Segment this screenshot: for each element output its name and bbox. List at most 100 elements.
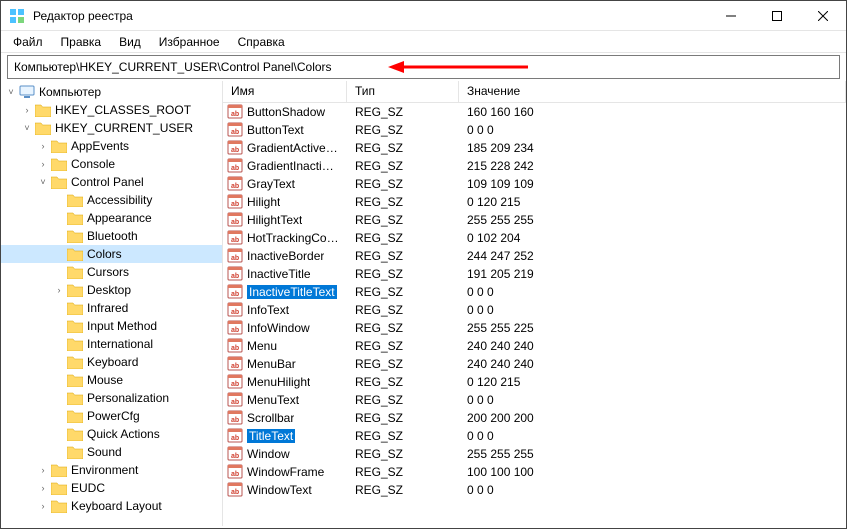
expander-icon[interactable]: ˅	[37, 176, 49, 188]
tree-label: Mouse	[87, 373, 123, 387]
expander-icon[interactable]	[53, 230, 65, 242]
expander-icon[interactable]: ›	[21, 104, 33, 116]
svg-text:ab: ab	[231, 183, 239, 190]
tree-label: Bluetooth	[87, 229, 138, 243]
svg-text:ab: ab	[231, 201, 239, 208]
tree-item-colors[interactable]: Colors	[1, 245, 222, 263]
svg-text:ab: ab	[231, 345, 239, 352]
menu-file[interactable]: Файл	[5, 33, 51, 51]
value-data: 160 160 160	[459, 102, 846, 122]
value-type: REG_SZ	[347, 192, 459, 212]
tree-hkcu[interactable]: ˅HKEY_CURRENT_USER	[1, 119, 222, 137]
expander-icon[interactable]: ›	[37, 500, 49, 512]
maximize-button[interactable]	[754, 1, 800, 30]
tree-item-bluetooth[interactable]: Bluetooth	[1, 227, 222, 245]
expander-icon[interactable]: ›	[37, 158, 49, 170]
column-header-value[interactable]: Значение	[459, 81, 846, 102]
tree-item-quick-actions[interactable]: Quick Actions	[1, 425, 222, 443]
expander-icon[interactable]	[53, 338, 65, 350]
value-type: REG_SZ	[347, 120, 459, 140]
expander-icon[interactable]	[53, 356, 65, 368]
tree-label: Console	[71, 157, 115, 171]
value-data: 255 255 225	[459, 318, 846, 338]
menu-view[interactable]: Вид	[111, 33, 149, 51]
list-header: Имя Тип Значение	[223, 81, 846, 103]
tree-item-cursors[interactable]: Cursors	[1, 263, 222, 281]
list-view[interactable]: Имя Тип Значение abButtonShadowREG_SZ160…	[223, 81, 846, 526]
svg-text:ab: ab	[231, 129, 239, 136]
menu-bar: Файл Правка Вид Избранное Справка	[1, 31, 846, 53]
expander-icon[interactable]: ›	[37, 482, 49, 494]
tree-item-input-method[interactable]: Input Method	[1, 317, 222, 335]
expander-icon[interactable]: ›	[37, 140, 49, 152]
value-type: REG_SZ	[347, 300, 459, 320]
menu-help[interactable]: Справка	[230, 33, 293, 51]
svg-text:ab: ab	[231, 147, 239, 154]
expander-icon[interactable]	[53, 212, 65, 224]
tree-item-accessibility[interactable]: Accessibility	[1, 191, 222, 209]
tree-item-infrared[interactable]: Infrared	[1, 299, 222, 317]
registry-value-row[interactable]: abWindowTextREG_SZ0 0 0	[223, 481, 846, 499]
expander-icon[interactable]	[53, 428, 65, 440]
tree-item-appearance[interactable]: Appearance	[1, 209, 222, 227]
annotation-arrow-icon	[388, 58, 528, 79]
value-type: REG_SZ	[347, 480, 459, 500]
expander-icon[interactable]	[53, 266, 65, 278]
expander-icon[interactable]: ›	[37, 464, 49, 476]
menu-favorites[interactable]: Избранное	[151, 33, 228, 51]
minimize-button[interactable]	[708, 1, 754, 30]
tree-item-appevents[interactable]: ›AppEvents	[1, 137, 222, 155]
tree-item-environment[interactable]: › Environment	[1, 461, 222, 479]
svg-text:ab: ab	[231, 273, 239, 280]
value-type: REG_SZ	[347, 264, 459, 284]
value-type: REG_SZ	[347, 246, 459, 266]
tree-label: Keyboard Layout	[71, 499, 162, 513]
value-data: 0 120 215	[459, 372, 846, 392]
tree-item-keyboard[interactable]: Keyboard	[1, 353, 222, 371]
tree-item-keyboard-layout[interactable]: › Keyboard Layout	[1, 497, 222, 515]
column-header-name[interactable]: Имя	[223, 81, 347, 102]
value-data: 0 0 0	[459, 480, 846, 500]
svg-text:ab: ab	[231, 381, 239, 388]
close-button[interactable]	[800, 1, 846, 30]
tree-view[interactable]: ˅Компьютер›HKEY_CLASSES_ROOT˅HKEY_CURREN…	[1, 81, 223, 526]
expander-icon[interactable]	[53, 320, 65, 332]
tree-item-sound[interactable]: Sound	[1, 443, 222, 461]
expander-icon[interactable]	[53, 446, 65, 458]
tree-item-international[interactable]: International	[1, 335, 222, 353]
value-type: REG_SZ	[347, 444, 459, 464]
tree-hkcr[interactable]: ›HKEY_CLASSES_ROOT	[1, 101, 222, 119]
tree-item-mouse[interactable]: Mouse	[1, 371, 222, 389]
expander-icon[interactable]	[53, 194, 65, 206]
expander-icon[interactable]	[53, 374, 65, 386]
value-data: 0 0 0	[459, 300, 846, 320]
expander-icon[interactable]	[53, 410, 65, 422]
tree-item-personalization[interactable]: Personalization	[1, 389, 222, 407]
expander-icon[interactable]: ›	[53, 284, 65, 296]
tree-item-eudc[interactable]: › EUDC	[1, 479, 222, 497]
expander-icon[interactable]: ˅	[5, 86, 17, 98]
tree-label: Environment	[71, 463, 138, 477]
expander-icon[interactable]	[53, 392, 65, 404]
tree-label: Appearance	[87, 211, 152, 225]
svg-text:ab: ab	[231, 453, 239, 460]
tree-item-desktop[interactable]: ›Desktop	[1, 281, 222, 299]
value-type: REG_SZ	[347, 336, 459, 356]
tree-item-powercfg[interactable]: PowerCfg	[1, 407, 222, 425]
tree-label: Personalization	[87, 391, 169, 405]
value-data: 0 0 0	[459, 120, 846, 140]
menu-edit[interactable]: Правка	[53, 33, 110, 51]
expander-icon[interactable]	[53, 302, 65, 314]
expander-icon[interactable]	[53, 248, 65, 260]
tree-item-console[interactable]: › Console	[1, 155, 222, 173]
address-bar[interactable]: Компьютер\HKEY_CURRENT_USER\Control Pane…	[7, 55, 840, 79]
tree-label: EUDC	[71, 481, 105, 495]
tree-item-control-panel[interactable]: ˅Control Panel	[1, 173, 222, 191]
value-type: REG_SZ	[347, 102, 459, 122]
column-header-type[interactable]: Тип	[347, 81, 459, 102]
expander-icon[interactable]: ˅	[21, 122, 33, 134]
value-data: 215 228 242	[459, 156, 846, 176]
value-type: REG_SZ	[347, 210, 459, 230]
tree-root[interactable]: ˅Компьютер	[1, 83, 222, 101]
tree-label: Cursors	[87, 265, 129, 279]
